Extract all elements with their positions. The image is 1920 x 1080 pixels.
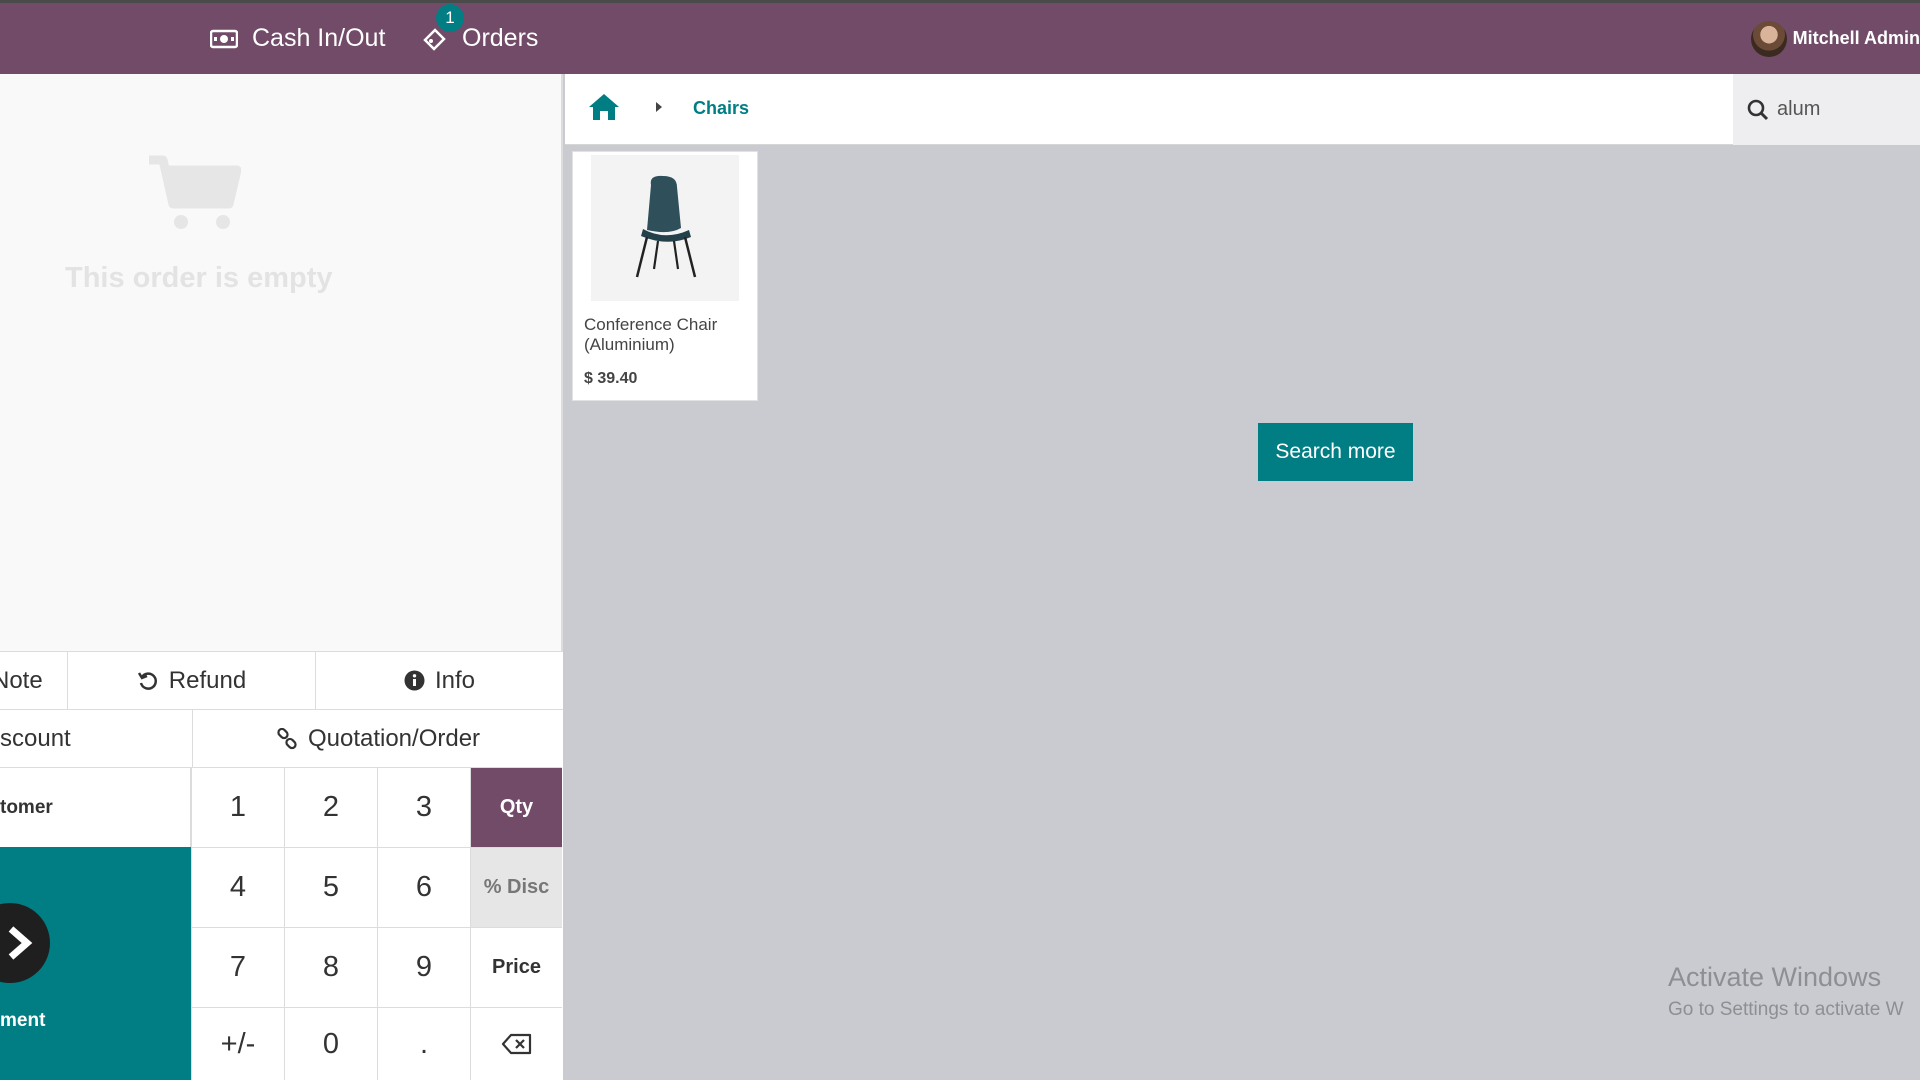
user-menu[interactable]: Mitchell Admin — [1750, 3, 1920, 74]
avatar — [1750, 20, 1787, 57]
product-image — [591, 155, 739, 301]
discount-button[interactable]: scount — [0, 710, 193, 767]
control-buttons-row-1: Note Refund Info — [0, 651, 563, 709]
numpad-key-5[interactable]: 5 — [284, 847, 377, 927]
search-input[interactable] — [1777, 98, 1917, 121]
discount-mode-button[interactable]: % Disc — [470, 847, 562, 927]
numpad-key-8[interactable]: 8 — [284, 927, 377, 1007]
numpad-key-4[interactable]: 4 — [191, 847, 284, 927]
control-buttons-row-2: scount Quotation/Order — [0, 709, 563, 767]
discount-label: scount — [0, 724, 71, 752]
numpad-key-9[interactable]: 9 — [377, 927, 470, 1007]
windows-activation-watermark: Activate Windows Go to Settings to activ… — [1668, 962, 1904, 1021]
product-search[interactable] — [1733, 74, 1920, 145]
chevron-right-icon — [655, 100, 663, 118]
numpad-key-1[interactable]: 1 — [191, 767, 284, 847]
numpad: tomer ment 1 2 3 Qty 4 5 6 % Disc 7 8 9 … — [0, 767, 563, 1080]
watermark-line-2: Go to Settings to activate W — [1668, 999, 1904, 1020]
customer-button[interactable]: tomer — [0, 767, 191, 847]
search-icon — [1747, 99, 1769, 121]
orders-count-badge: 1 — [436, 3, 464, 32]
money-icon — [210, 29, 238, 49]
quotation-order-button[interactable]: Quotation/Order — [193, 710, 563, 767]
watermark-line-1: Activate Windows — [1668, 962, 1882, 992]
orders-button[interactable]: 1 Orders — [422, 3, 538, 74]
price-mode-button[interactable]: Price — [470, 927, 562, 1007]
product-card[interactable]: Conference Chair (Aluminium) $ 39.40 — [572, 151, 758, 401]
qty-mode-button[interactable]: Qty — [470, 767, 562, 847]
cash-in-out-label: Cash In/Out — [252, 24, 386, 52]
info-button[interactable]: Info — [316, 652, 563, 709]
breadcrumb-category[interactable]: Chairs — [693, 98, 749, 119]
backspace-button[interactable] — [470, 1007, 562, 1080]
product-name: Conference Chair (Aluminium) — [584, 315, 718, 354]
refund-label: Refund — [168, 666, 247, 694]
chevron-right-icon — [0, 903, 50, 983]
home-icon[interactable] — [587, 92, 621, 127]
numpad-key-7[interactable]: 7 — [191, 927, 284, 1007]
top-navbar: Cash In/Out 1 Orders Mitchell Admin — [0, 0, 1920, 74]
product-price: $ 39.40 — [584, 370, 638, 387]
note-button[interactable]: Note — [0, 652, 68, 709]
link-icon — [276, 727, 298, 750]
backspace-icon — [501, 1033, 533, 1055]
numpad-key-decimal[interactable]: . — [377, 1007, 470, 1080]
info-label: Info — [434, 666, 476, 694]
empty-order-text: This order is empty — [65, 262, 333, 294]
ticket-icon: 1 — [422, 3, 464, 52]
numpad-key-3[interactable]: 3 — [377, 767, 470, 847]
product-pane: Chairs Conference Chair (Aluminium) $ 39… — [565, 74, 1920, 1080]
numpad-key-2[interactable]: 2 — [284, 767, 377, 847]
cash-in-out-button[interactable]: Cash In/Out — [210, 3, 385, 74]
order-pane: This order is empty Note Refund Info sco… — [0, 74, 563, 1080]
user-name: Mitchell Admin — [1792, 28, 1920, 48]
cart-icon — [145, 154, 242, 239]
numpad-key-6[interactable]: 6 — [377, 847, 470, 927]
payment-label: ment — [0, 1010, 46, 1031]
undo-icon — [137, 670, 159, 692]
numpad-key-0[interactable]: 0 — [284, 1007, 377, 1080]
breadcrumb: Chairs — [565, 74, 1920, 145]
search-more-button[interactable]: Search more — [1258, 423, 1413, 481]
numpad-key-plus-minus[interactable]: +/- — [191, 1007, 284, 1080]
orders-label: Orders — [462, 24, 539, 52]
refund-button[interactable]: Refund — [68, 652, 316, 709]
customer-label: tomer — [0, 796, 53, 818]
payment-button[interactable]: ment — [0, 847, 191, 1080]
quotation-order-label: Quotation/Order — [307, 724, 481, 752]
info-icon — [404, 670, 425, 691]
note-label: Note — [0, 666, 43, 694]
